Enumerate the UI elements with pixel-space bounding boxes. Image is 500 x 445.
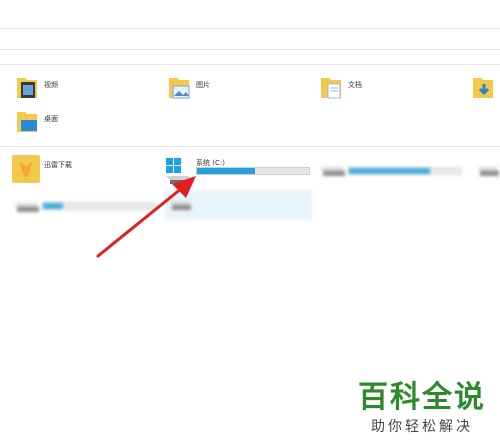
red-arrow-annotation bbox=[96, 176, 196, 258]
watermark-title: 百科全说 bbox=[358, 380, 486, 415]
baike-watermark: 百科全说 助你轻松解决 bbox=[358, 382, 486, 436]
watermark-subtitle: 助你轻松解决 bbox=[371, 419, 473, 435]
